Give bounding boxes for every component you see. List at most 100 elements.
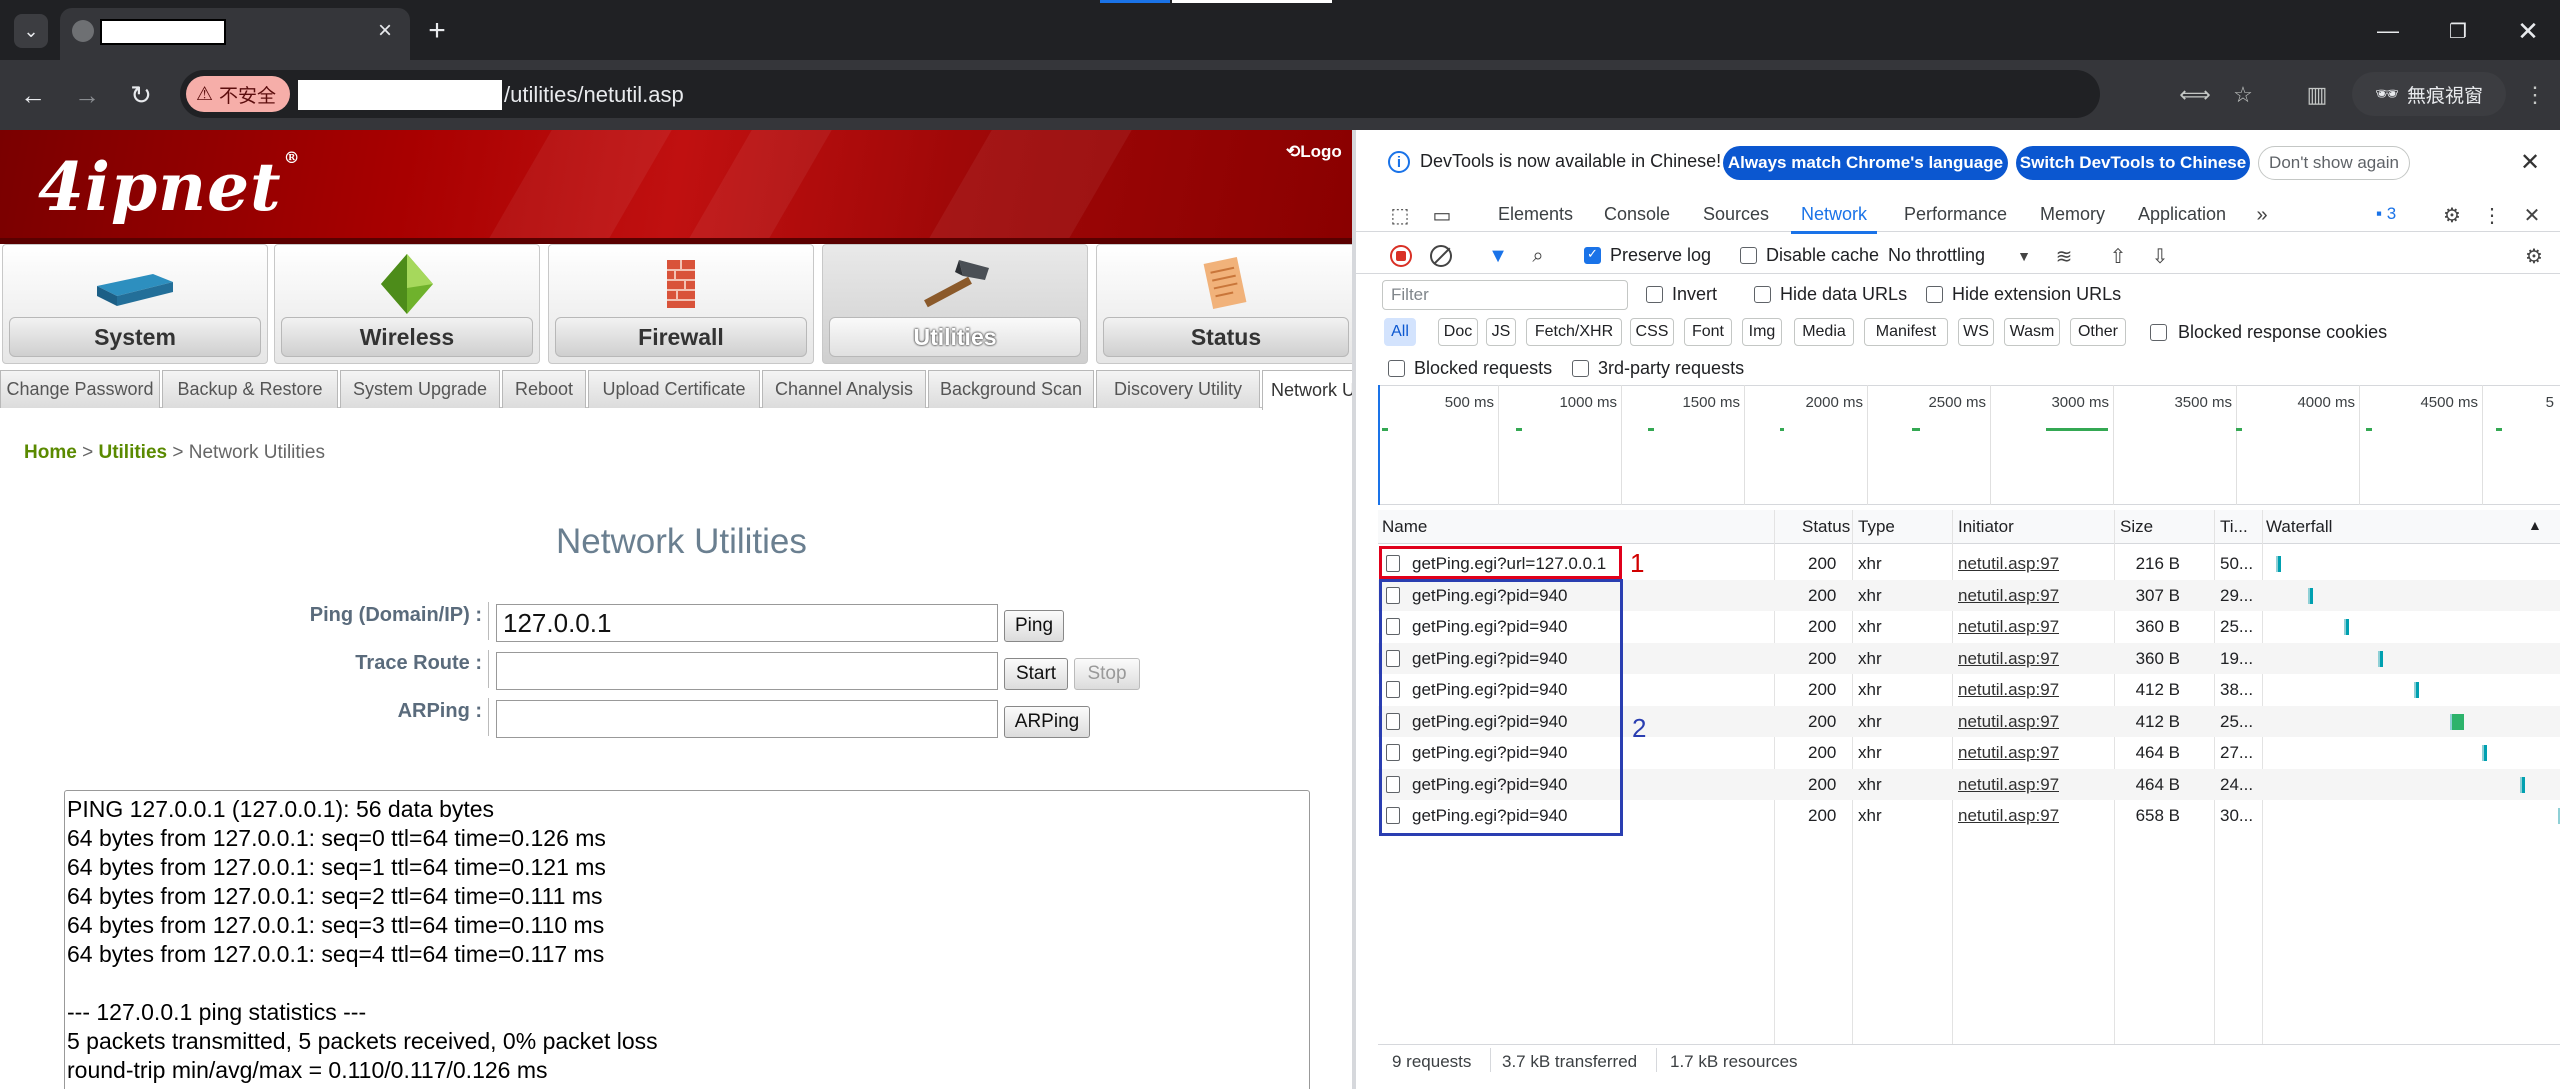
invert-checkbox[interactable] [1646,286,1663,303]
request-initiator[interactable]: netutil.asp:97 [1958,617,2059,637]
trace-route-input[interactable] [496,652,998,690]
issues-badge[interactable]: ▪ 3 [2376,204,2396,224]
type-filter-img[interactable]: Img [1742,318,1782,346]
switch-to-chinese-button[interactable]: Switch DevTools to Chinese [2016,146,2250,180]
type-filter-wasm[interactable]: Wasm [2004,318,2060,346]
main-tab-status[interactable]: Status [1096,244,1352,364]
type-filter-manifest[interactable]: Manifest [1864,318,1948,346]
filter-funnel-icon[interactable]: ▼ [1484,242,1512,270]
request-initiator[interactable]: netutil.asp:97 [1958,649,2059,669]
dont-show-again-button[interactable]: Don't show again [2258,146,2410,180]
subtab-reboot[interactable]: Reboot [502,370,586,408]
clear-icon[interactable] [1430,245,1452,267]
dropdown-caret-icon[interactable]: ▼ [2010,242,2038,270]
record-stop-icon[interactable] [1390,245,1412,267]
preserve-log-checkbox[interactable] [1584,246,1601,264]
logout-link[interactable]: ⟲Logo [1286,142,1342,162]
search-icon[interactable]: ⌕ [1524,242,1552,270]
request-initiator[interactable]: netutil.asp:97 [1958,775,2059,795]
new-tab-button[interactable]: + [420,14,454,48]
close-devtools-icon[interactable]: ✕ [2518,201,2546,229]
tab-elements[interactable]: Elements [1498,204,1573,225]
subtab-channel-analysis[interactable]: Channel Analysis [762,370,926,408]
upload-har-icon[interactable]: ⇧ [2104,242,2132,270]
close-infobar-icon[interactable]: ✕ [2520,148,2540,177]
tab-performance[interactable]: Performance [1904,204,2007,225]
column-initiator[interactable]: Initiator [1958,517,2014,537]
column-status[interactable]: Status [1802,517,1850,537]
forward-arrow-icon[interactable]: → [68,76,106,114]
restore-window-icon[interactable]: ❐ [2438,14,2478,48]
bookmark-star-icon[interactable]: ☆ [2224,76,2262,114]
column-waterfall[interactable]: Waterfall [2266,517,2332,537]
main-tab-system[interactable]: System [2,244,268,364]
main-tab-wireless[interactable]: Wireless [274,244,540,364]
request-initiator[interactable]: netutil.asp:97 [1958,554,2059,574]
translate-icon[interactable]: ⟺ [2176,76,2214,114]
subtab-backup-restore[interactable]: Backup & Restore [162,370,338,408]
kebab-menu-icon[interactable]: ⋮ [2478,201,2506,229]
type-filter-other[interactable]: Other [2070,318,2126,346]
inspect-element-icon[interactable]: ⬚ [1386,201,1414,229]
tab-sources[interactable]: Sources [1703,204,1769,225]
more-tabs-icon[interactable]: » [2248,201,2276,229]
subtab-background-scan[interactable]: Background Scan [928,370,1094,408]
main-tab-utilities[interactable]: Utilities [822,244,1088,364]
ping-button[interactable]: Ping [1004,610,1064,642]
type-filter-doc[interactable]: Doc [1438,318,1478,346]
arping-input[interactable] [496,700,998,738]
type-filter-ws[interactable]: WS [1958,318,1994,346]
ping-input[interactable]: 127.0.0.1 [496,604,998,642]
blocked-requests-checkbox[interactable] [1388,360,1405,377]
close-tab-icon[interactable]: × [370,16,400,46]
download-har-icon[interactable]: ⇩ [2146,242,2174,270]
breadcrumb-home[interactable]: Home [24,442,77,463]
device-toolbar-icon[interactable]: ▭ [1428,201,1456,229]
reload-icon[interactable]: ↻ [122,76,160,114]
always-match-language-button[interactable]: Always match Chrome's language [1723,146,2008,180]
network-settings-icon[interactable]: ⚙ [2520,242,2548,270]
subtab-discovery-utility[interactable]: Discovery Utility [1096,370,1260,408]
main-tab-firewall[interactable]: Firewall [548,244,814,364]
security-chip[interactable]: ⚠ 不安全 [186,76,290,112]
filter-input[interactable]: Filter [1382,280,1628,310]
subtab-change-password[interactable]: Change Password [0,370,160,408]
throttling-select[interactable]: No throttling [1888,245,1985,266]
type-filter-fetch-xhr[interactable]: Fetch/XHR [1526,318,1622,346]
minimize-window-icon[interactable]: — [2368,14,2408,48]
request-initiator[interactable]: netutil.asp:97 [1958,743,2059,763]
hide-data-urls-checkbox[interactable] [1754,286,1771,303]
tab-application[interactable]: Application [2138,204,2226,225]
column-size[interactable]: Size [2120,517,2153,537]
blocked-response-cookies-checkbox[interactable] [2150,324,2167,341]
ping-output[interactable]: PING 127.0.0.1 (127.0.0.1): 56 data byte… [64,790,1310,1089]
stop-button[interactable]: Stop [1074,658,1140,690]
third-party-requests-checkbox[interactable] [1572,360,1589,377]
request-initiator[interactable]: netutil.asp:97 [1958,806,2059,826]
type-filter-all[interactable]: All [1384,318,1416,346]
subtab-system-upgrade[interactable]: System Upgrade [340,370,500,408]
subtab-upload-certificate[interactable]: Upload Certificate [588,370,760,408]
tab-search-button[interactable]: ⌄ [14,14,48,48]
arping-button[interactable]: ARPing [1004,706,1090,738]
column-name[interactable]: Name [1382,517,1427,537]
request-initiator[interactable]: netutil.asp:97 [1958,712,2059,732]
type-filter-js[interactable]: JS [1486,318,1516,346]
tab-network[interactable]: Network [1801,204,1867,225]
kebab-menu-icon[interactable]: ⋮ [2516,76,2554,114]
sort-up-icon[interactable]: ▲ [2528,517,2542,533]
settings-gear-icon[interactable]: ⚙ [2438,201,2466,229]
column-type[interactable]: Type [1858,517,1895,537]
back-arrow-icon[interactable]: ← [14,76,52,114]
hide-extension-urls-checkbox[interactable] [1926,286,1943,303]
close-window-icon[interactable]: ✕ [2508,14,2548,48]
side-panel-icon[interactable]: ▥ [2298,76,2336,114]
tab-console[interactable]: Console [1604,204,1670,225]
incognito-indicator[interactable]: 🕶 無痕視窗 [2352,72,2506,116]
type-filter-font[interactable]: Font [1684,318,1732,346]
subtab-network-utilities[interactable]: Network U [1262,370,1352,410]
type-filter-css[interactable]: CSS [1630,318,1674,346]
request-initiator[interactable]: netutil.asp:97 [1958,586,2059,606]
disable-cache-checkbox[interactable] [1740,247,1757,264]
tab-memory[interactable]: Memory [2040,204,2105,225]
